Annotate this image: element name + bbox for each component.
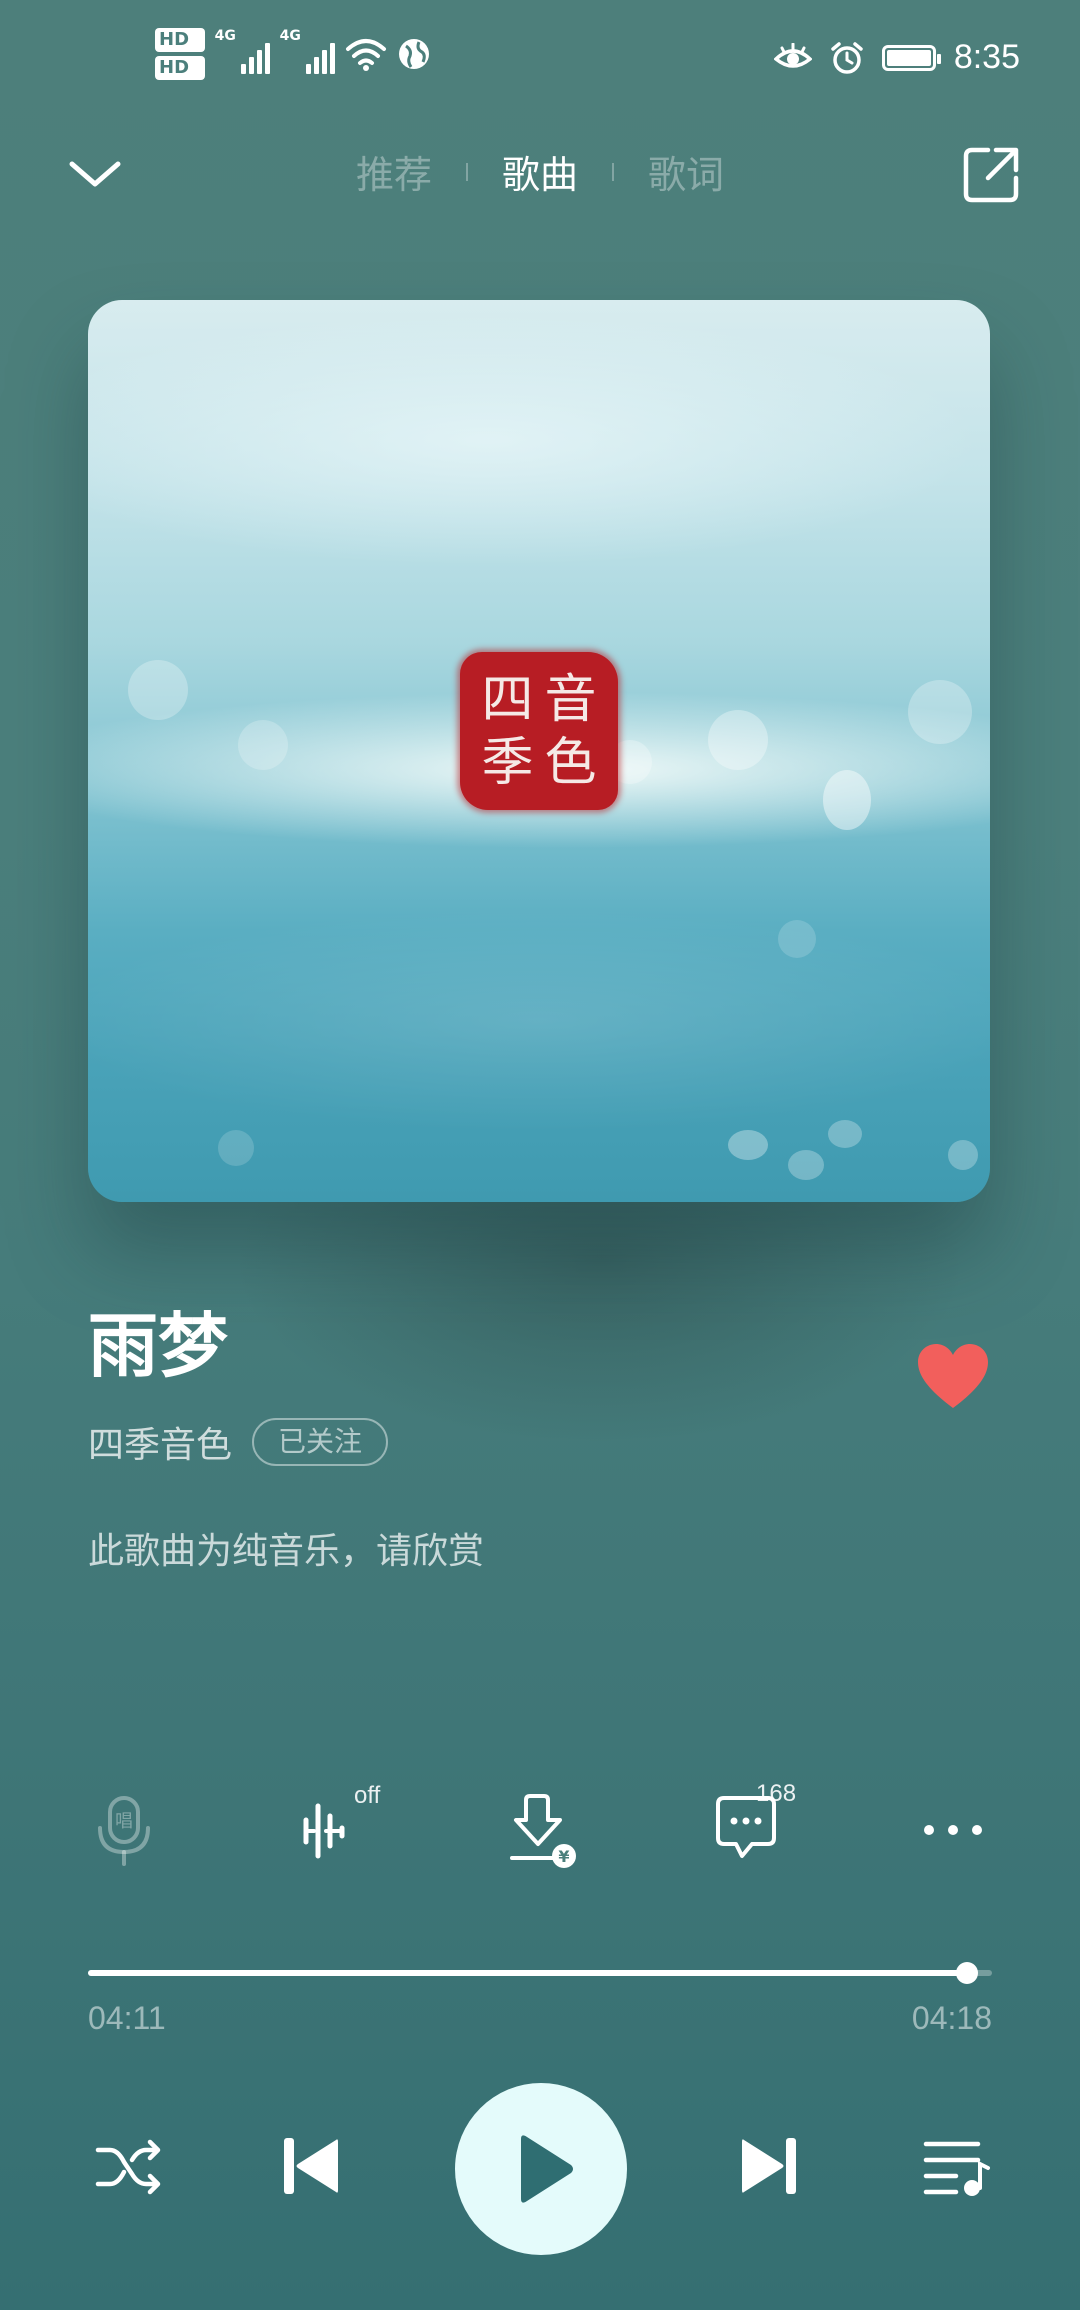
play-icon (521, 2135, 573, 2203)
svg-text:¥: ¥ (558, 1847, 569, 1866)
bokeh-light (908, 680, 972, 744)
sim1-hd-badge: HD 1 (155, 28, 205, 52)
bokeh-light (948, 1140, 978, 1170)
bokeh-light (823, 770, 871, 830)
bokeh-light (828, 1120, 862, 1148)
sim-indicators: HD 1 HD 2 (155, 28, 205, 80)
bokeh-light (778, 920, 816, 958)
battery-icon (881, 44, 941, 71)
sound-effect-status: off (354, 1782, 381, 1809)
previous-track-icon[interactable] (280, 2134, 342, 2198)
play-button[interactable] (455, 2083, 627, 2255)
signal-icon-2: 4G (280, 28, 335, 74)
bokeh-light (238, 720, 288, 770)
tab-recommend[interactable]: 推荐 (356, 144, 432, 199)
view-tabs: 推荐 歌曲 歌词 (0, 144, 1080, 199)
playlist-queue-icon[interactable] (922, 2136, 992, 2198)
alarm-icon (831, 41, 863, 74)
bokeh-light (218, 1130, 254, 1166)
artist-name[interactable]: 四季音色 (88, 1416, 232, 1468)
instrumental-notice: 此歌曲为纯音乐，请欣赏 (88, 1531, 485, 1572)
progress-slider[interactable] (88, 1962, 992, 1984)
status-bar: HD 1 HD 2 4G 4G 8:35 (0, 0, 1080, 120)
download-icon[interactable]: ¥ (502, 1790, 582, 1870)
signal-icon-1: 4G (215, 28, 270, 74)
total-time: 04:18 (911, 2000, 992, 2036)
shuffle-icon[interactable] (94, 2136, 164, 2196)
globe-icon (398, 39, 429, 69)
like-heart-icon[interactable] (916, 1342, 990, 1412)
tab-divider (612, 162, 614, 181)
sound-effect-button[interactable]: off (294, 1782, 380, 1870)
tab-lyrics[interactable]: 歌词 (648, 144, 724, 199)
current-time: 04:11 (88, 2000, 166, 2036)
comment-count: 168 (756, 1780, 797, 1807)
sim2-hd-badge: HD 2 (155, 56, 205, 80)
follow-button[interactable]: 已关注 (252, 1418, 389, 1466)
album-cover[interactable]: 四 音 季 色 (88, 300, 990, 1202)
tab-divider (465, 162, 468, 181)
status-time: 8:35 (953, 38, 1020, 76)
karaoke-mic-icon[interactable]: 唱 (84, 1790, 164, 1870)
bokeh-light (128, 660, 188, 720)
comments-button[interactable]: 168 (708, 1780, 796, 1870)
more-options-icon[interactable] (913, 1790, 993, 1870)
wifi-icon (345, 39, 386, 71)
progress-played (88, 1970, 967, 1976)
status-left: HD 1 HD 2 4G 4G (155, 28, 431, 80)
eye-comfort-icon (773, 42, 812, 68)
song-title: 雨梦 (88, 1305, 228, 1387)
bokeh-light (788, 1150, 824, 1180)
artist-row: 四季音色 已关注 (88, 1416, 389, 1468)
bokeh-light (728, 1130, 768, 1160)
artist-seal-logo: 四 音 季 色 (460, 652, 618, 810)
action-row: 唱 off ¥ 168 (0, 1780, 1080, 1870)
bokeh-light (708, 710, 768, 770)
player-header: 推荐 歌曲 歌词 (0, 130, 1080, 220)
share-icon[interactable] (958, 142, 1024, 208)
status-right: 8:35 (773, 38, 1020, 77)
svg-text:唱: 唱 (115, 1811, 133, 1832)
progress-handle[interactable] (955, 1962, 978, 1984)
next-track-icon[interactable] (738, 2134, 800, 2198)
tab-song[interactable]: 歌曲 (502, 144, 578, 199)
